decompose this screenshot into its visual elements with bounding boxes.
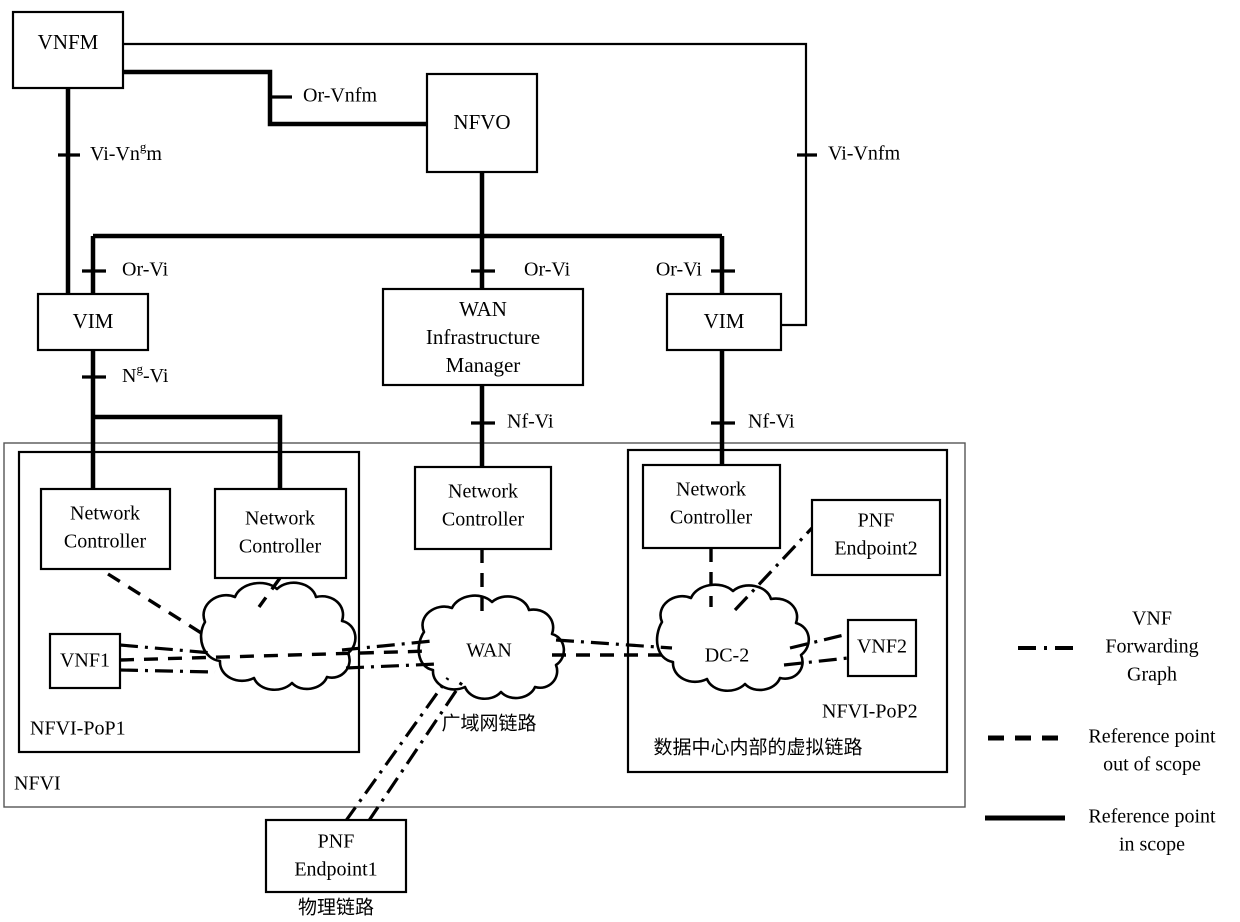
node-wan-im-line3: Manager [446, 353, 521, 377]
region-label-pop2: NFVI-PoP2 [822, 701, 918, 723]
node-nc2-line1: Network [245, 508, 315, 530]
ref-label-or-vi-left: Or-Vi [122, 259, 169, 281]
node-wan-im-line2: Infrastructure [426, 325, 540, 349]
legend-vfg-line3: Graph [1127, 664, 1177, 686]
node-nfvo-label: NFVO [453, 110, 510, 134]
node-network-controller-pop2[interactable]: Network Controller [641, 463, 782, 550]
node-vim-left[interactable]: VIM [36, 292, 150, 352]
ref-label-nf-vi-center: Nf-Vi [507, 411, 554, 433]
node-nc2-line2: Controller [239, 536, 322, 558]
region-label-nfvi: NFVI [14, 773, 61, 795]
legend-vfg-line1: VNF [1132, 608, 1172, 630]
ref-label-or-vnfm: Or-Vnfm [303, 85, 377, 107]
cloud-dc1 [199, 581, 357, 691]
ref-label-or-vi-center: Or-Vi [524, 259, 571, 281]
vfg-pnf-endpoint1-to-wan-b [366, 681, 464, 823]
node-nc1-line1: Network [70, 503, 140, 525]
legend-out-of-scope-line2: out of scope [1103, 754, 1201, 776]
node-pnf-ep1-line1: PNF [318, 831, 355, 853]
vfg-vnf1-to-dc1-upper [119, 643, 213, 655]
ref-label-vi-vnfm-right: Vi-Vnfm [828, 143, 901, 165]
cloud-dc2-label: DC-2 [705, 645, 749, 667]
link-nc1-to-dc1-cloud [107, 572, 207, 638]
cloud-wan-label: WAN [466, 640, 512, 662]
node-wan-im-line1: WAN [459, 297, 507, 321]
ref-label-nf-vi-left: Ng-Vi [122, 361, 169, 387]
legend-vfg-line2: Forwarding [1105, 636, 1198, 658]
node-nc1-line2: Controller [64, 531, 147, 553]
node-pnf-endpoint2[interactable]: PNF Endpoint2 [810, 498, 942, 577]
legend-in-scope-line1: Reference point [1088, 806, 1216, 828]
legend-out-of-scope-line1: Reference point [1088, 726, 1216, 748]
ref-vi-vnfm-left-prefix: Vi-Vn [90, 143, 140, 165]
node-pnf-ep2-line2: Endpoint2 [834, 538, 917, 560]
vfg-wan-to-dc2 [555, 638, 673, 650]
node-nc3-line2: Controller [442, 509, 525, 531]
annotation-dc-virtual-link: 数据中心内部的虚拟链路 [653, 737, 862, 759]
annotation-wan-link: 广域网链路 [441, 713, 536, 735]
vfg-pnf-endpoint1-to-wan-a [343, 677, 450, 823]
node-pnf-ep1-line2: Endpoint1 [294, 859, 377, 881]
nfv-architecture-diagram: VNFM NFVO VIM VIM WAN Infrastructure Man… [0, 0, 1240, 922]
cloud-dc2 [655, 583, 810, 692]
node-vnf2[interactable]: VNF2 [846, 618, 918, 678]
ref-nf-vi-suffix: -Vi [143, 365, 169, 387]
node-vim-right[interactable]: VIM [665, 292, 783, 352]
annotation-physical-link: 物理链路 [298, 897, 374, 919]
node-vim-right-label: VIM [704, 309, 745, 333]
node-vnfm[interactable]: VNFM [11, 10, 125, 90]
ref-label-or-vi-right: Or-Vi [656, 259, 703, 281]
node-pnf-ep2-line1: PNF [858, 510, 895, 532]
node-network-controller-pop1-b[interactable]: Network Controller [213, 487, 348, 580]
node-network-controller-wan[interactable]: Network Controller [413, 465, 553, 551]
node-vnf2-label: VNF2 [857, 636, 907, 658]
ref-nf-vi-prefix: N [122, 365, 136, 387]
node-nc4-line1: Network [676, 479, 746, 501]
ref-vi-vnfm-left-suffix: m [146, 143, 162, 165]
legend-in-scope-line2: in scope [1119, 834, 1185, 856]
node-vim-left-label: VIM [73, 309, 114, 333]
node-vnfm-label: VNFM [38, 30, 99, 54]
node-network-controller-pop1-a[interactable]: Network Controller [39, 487, 172, 571]
ref-label-vi-vnfm-left: Vi-Vngm [90, 139, 162, 165]
node-vnf1[interactable]: VNF1 [48, 632, 122, 690]
node-nc3-line1: Network [448, 481, 518, 503]
ref-label-nf-vi-right: Nf-Vi [748, 411, 795, 433]
node-wan-infrastructure-manager[interactable]: WAN Infrastructure Manager [381, 287, 585, 387]
node-pnf-endpoint1[interactable]: PNF Endpoint1 [264, 818, 408, 894]
node-vnf1-label: VNF1 [60, 650, 110, 672]
legend: VNF Forwarding Graph Reference point out… [985, 608, 1216, 856]
node-nc4-line2: Controller [670, 507, 753, 529]
region-label-pop1: NFVI-PoP1 [30, 718, 126, 740]
vfg-vnf1-to-dc1-lower [119, 668, 216, 674]
node-nfvo[interactable]: NFVO [425, 72, 539, 174]
